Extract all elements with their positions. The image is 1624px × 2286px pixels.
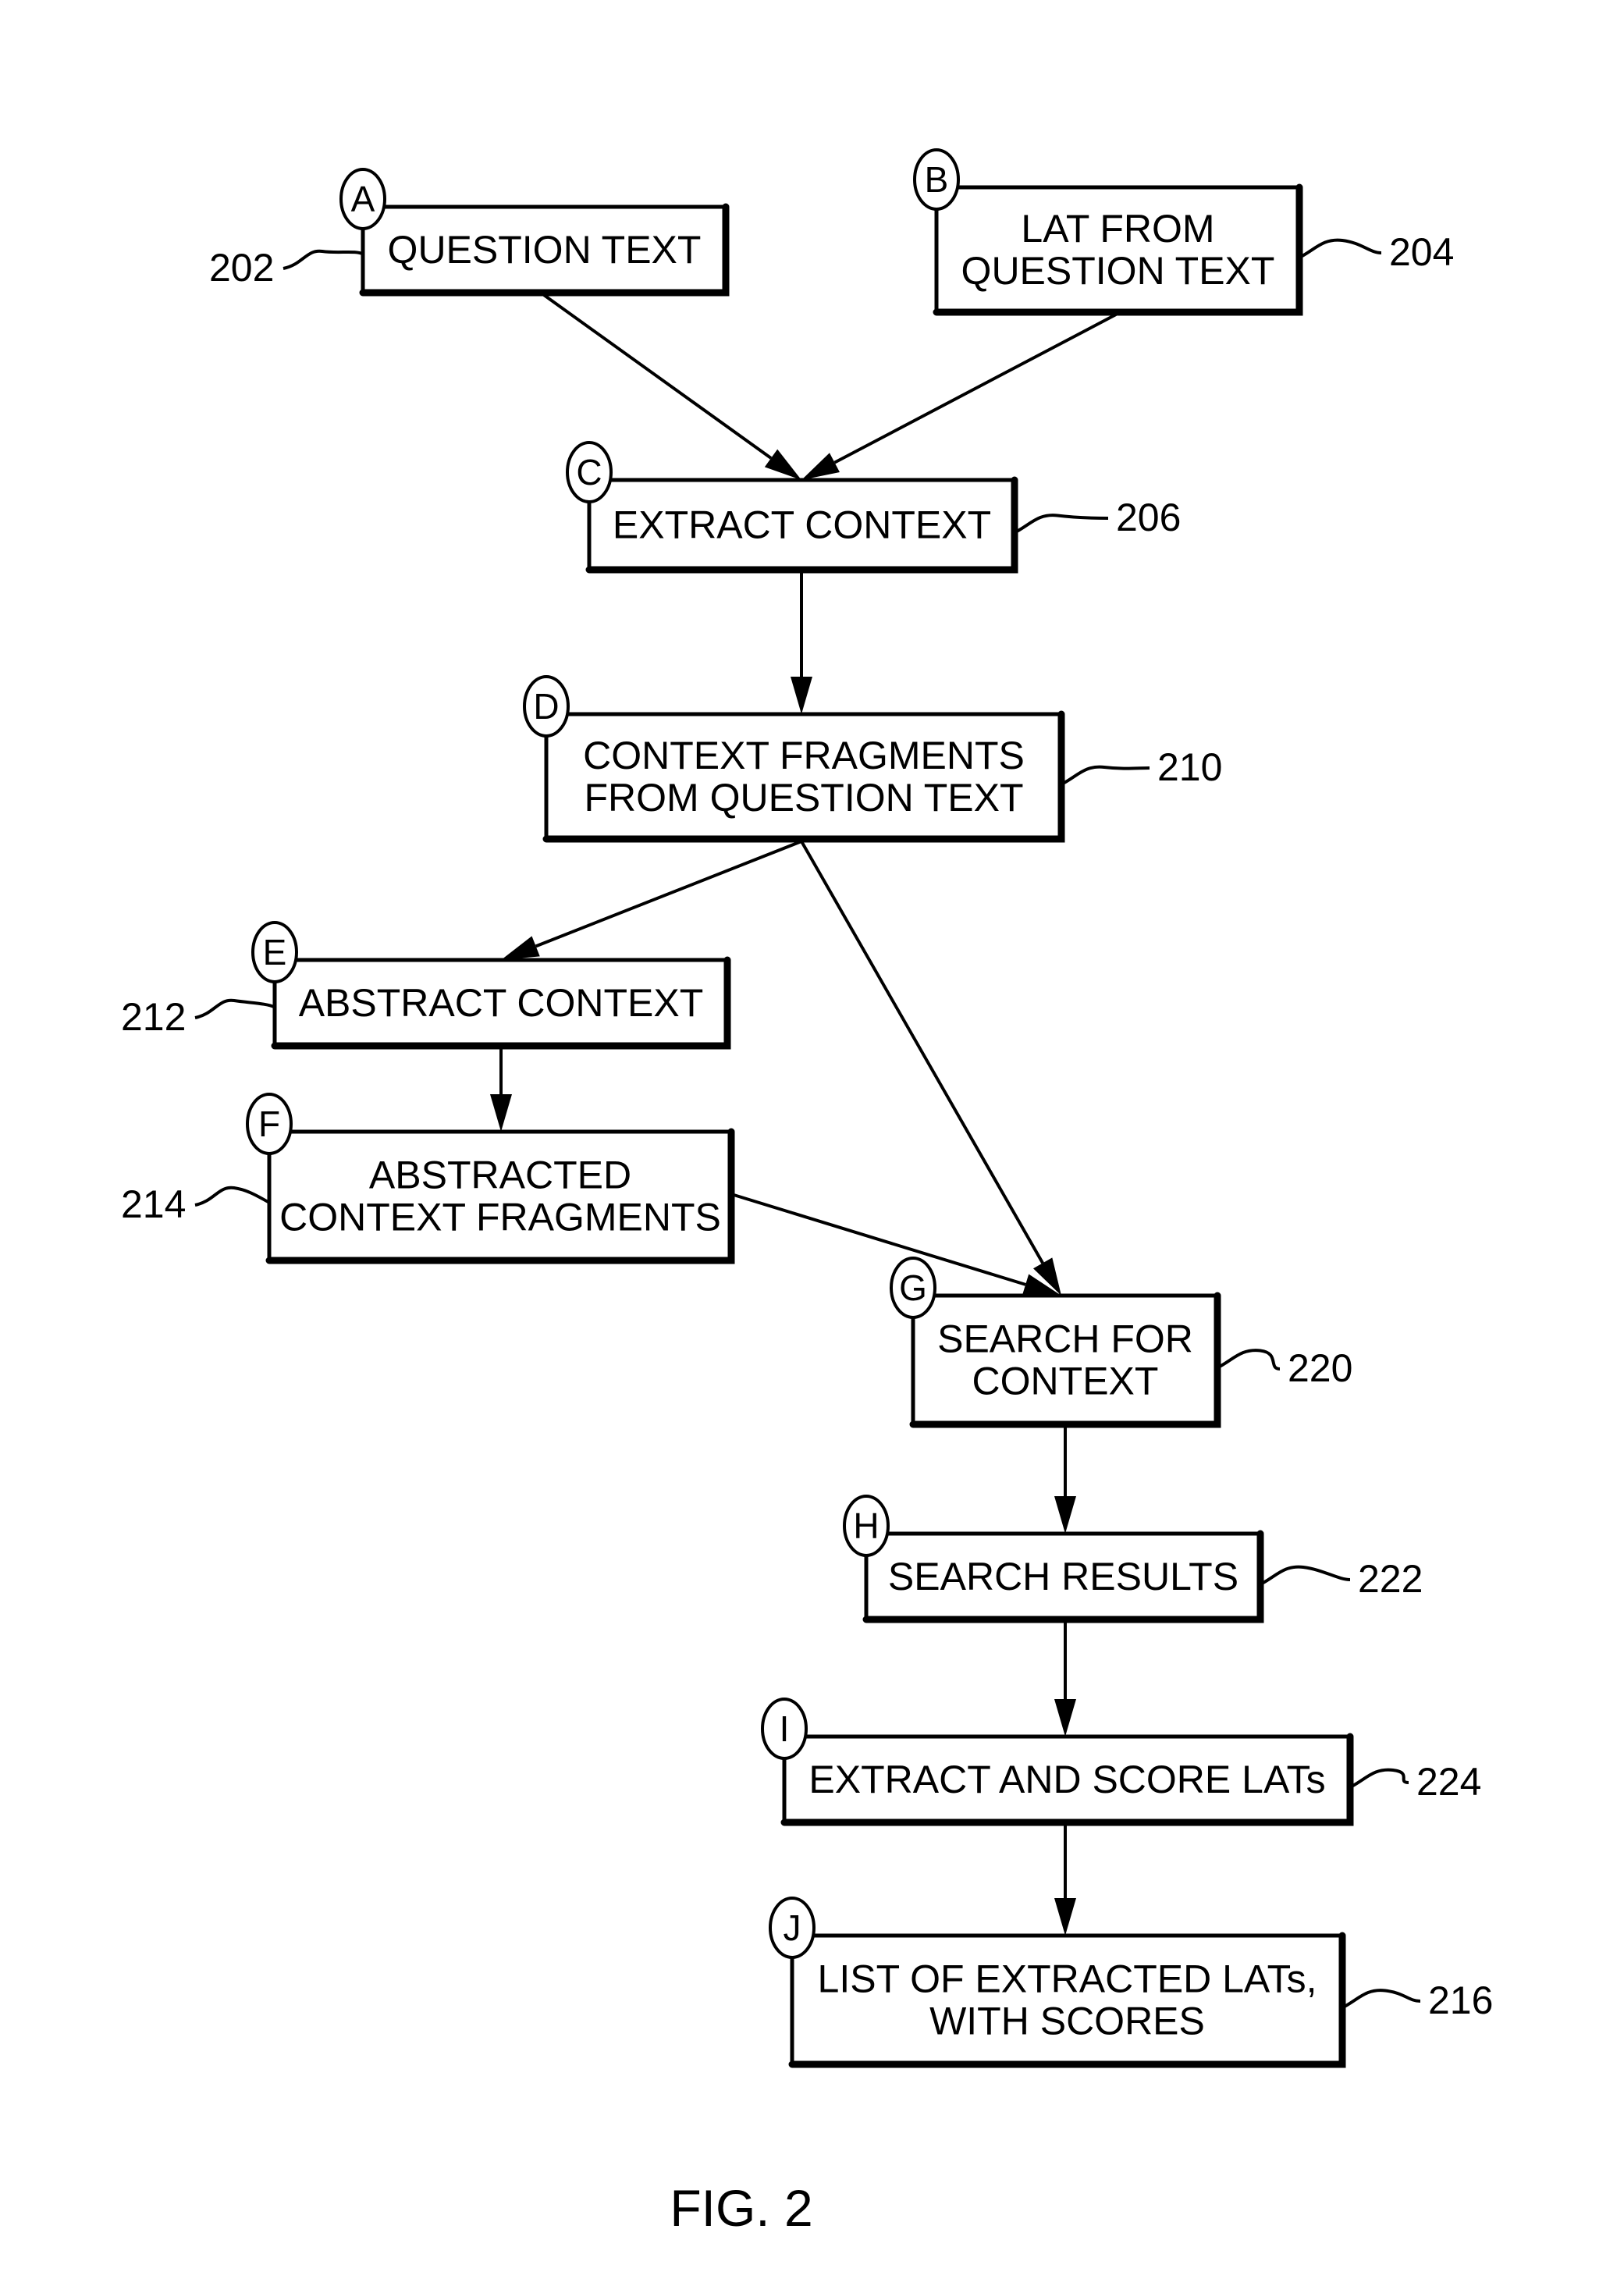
node-h: SEARCH RESULTSH 222 [843, 1495, 1423, 1623]
edge-d-to-e [501, 840, 802, 960]
node-label-line: QUESTION TEXT [388, 228, 702, 272]
node-c: EXTRACT CONTEXT C 206 [566, 441, 1181, 574]
node-label-line: CONTEXT FRAGMENTS [279, 1196, 721, 1239]
edge-g-to-h [1054, 1427, 1076, 1534]
edge-line [730, 1193, 1026, 1286]
node-label-line: WITH SCORES [929, 2000, 1205, 2043]
edge-e-to-f [490, 1048, 512, 1132]
reference-leader [1299, 238, 1382, 259]
edge-c-to-d [791, 572, 812, 714]
node-tag-letter: J [784, 1907, 801, 1948]
arrowhead-icon [791, 677, 812, 714]
node-f: ABSTRACTEDCONTEXT FRAGMENTS F 214 [121, 1093, 735, 1264]
edge-h-to-i [1054, 1622, 1076, 1737]
node-tag-letter: C [576, 452, 602, 492]
arrowhead-icon [764, 449, 801, 480]
arrowhead-icon [1054, 1496, 1076, 1534]
node-label-line: ABSTRACTED [369, 1154, 631, 1197]
figure-label: FIG. 2 [670, 2179, 812, 2237]
node-label-line: SEARCH RESULTS [888, 1555, 1238, 1598]
edge-line [833, 313, 1117, 464]
node-label-line: LAT FROM [1021, 207, 1214, 251]
reference-leader [1349, 1768, 1409, 1789]
node-tag-letter: D [533, 686, 559, 727]
node-tag-letter: I [780, 1708, 790, 1749]
node-tag-letter: E [263, 932, 287, 972]
nodes-layer: QUESTION TEXTA202LAT FROMQUESTION TEXTB2… [121, 148, 1493, 2068]
node-d: CONTEXT FRAGMENTSFROM QUESTION TEXT D 210 [523, 675, 1222, 843]
node-tag-letter: F [258, 1104, 280, 1144]
reference-numeral: 212 [121, 995, 186, 1039]
node-tag-letter: A [351, 179, 375, 219]
flowchart-diagram: QUESTION TEXTA202LAT FROMQUESTION TEXTB2… [121, 148, 1493, 2237]
node-tag-letter: G [899, 1267, 927, 1308]
reference-leader [1061, 765, 1150, 786]
arrowhead-icon [801, 453, 840, 480]
node-label-line: FROM QUESTION TEXT [585, 776, 1024, 819]
reference-leader [194, 998, 275, 1019]
edge-b-to-c [801, 313, 1117, 480]
arrowhead-icon [501, 936, 540, 960]
edge-i-to-j [1054, 1825, 1076, 1936]
reference-numeral: 210 [1157, 745, 1222, 789]
arrowhead-icon [490, 1094, 512, 1132]
edge-line [542, 293, 773, 460]
reference-numeral: 220 [1288, 1346, 1352, 1390]
edge-line [535, 840, 802, 948]
reference-leader [1260, 1565, 1351, 1586]
node-label-line: QUESTION TEXT [961, 249, 1275, 293]
reference-numeral: 214 [121, 1182, 186, 1226]
reference-leader [283, 249, 364, 270]
node-tag-letter: B [925, 159, 949, 200]
node-b: LAT FROMQUESTION TEXT B 204 [913, 148, 1454, 316]
reference-numeral: 202 [209, 246, 274, 290]
node-a: QUESTION TEXT A 202 [209, 168, 730, 297]
reference-leader [1217, 1349, 1281, 1371]
node-label-line: EXTRACT CONTEXT [613, 503, 991, 547]
node-e: ABSTRACT CONTEXT E 212 [121, 921, 731, 1050]
reference-numeral: 206 [1116, 496, 1181, 539]
node-label-line: LIST OF EXTRACTED LATs, [818, 1957, 1317, 2001]
node-j: LIST OF EXTRACTED LATs,WITH SCORES J 216 [769, 1897, 1493, 2068]
reference-numeral: 222 [1358, 1557, 1423, 1601]
node-label-line: CONTEXT FRAGMENTS [583, 734, 1025, 777]
node-label-line: EXTRACT AND SCORE LATs [808, 1758, 1325, 1801]
edge-line [800, 841, 1044, 1264]
reference-leader [1014, 514, 1109, 535]
arrowhead-icon [1054, 1699, 1076, 1737]
reference-numeral: 204 [1389, 230, 1454, 274]
node-g: SEARCH FORCONTEXT G 220 [890, 1257, 1352, 1428]
reference-leader [1341, 1989, 1421, 2010]
node-i: EXTRACT AND SCORE LATs I 224 [761, 1698, 1481, 1826]
reference-leader [194, 1186, 270, 1207]
arrowhead-icon [1054, 1898, 1076, 1936]
node-label-line: SEARCH FOR [937, 1317, 1193, 1361]
reference-numeral: 216 [1428, 1978, 1493, 2022]
node-label-line: CONTEXT [972, 1360, 1159, 1403]
node-label-line: ABSTRACT CONTEXT [299, 981, 704, 1025]
reference-numeral: 224 [1416, 1760, 1481, 1804]
node-tag-letter: H [853, 1506, 879, 1546]
